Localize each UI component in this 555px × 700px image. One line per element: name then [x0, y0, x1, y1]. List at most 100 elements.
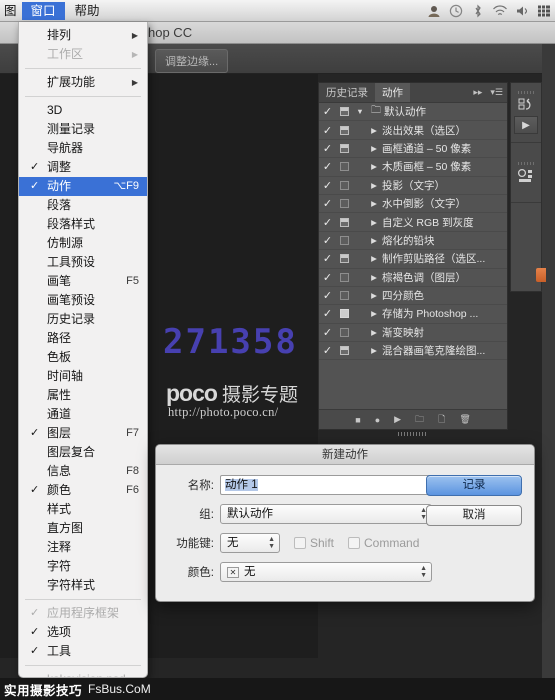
fkey-select[interactable]: 无 ▲▼	[220, 533, 280, 553]
menu-item-21[interactable]: 图层复合	[19, 443, 147, 462]
action-row[interactable]: ✓▶存储为 Photoshop ...	[319, 305, 507, 323]
menu-item-truncated[interactable]: 图	[0, 2, 21, 20]
menu-item-0[interactable]: 排列▶	[19, 26, 147, 45]
shift-checkbox[interactable]: Shift	[294, 536, 334, 550]
play-icon[interactable]: ▶	[394, 414, 401, 425]
dialog-toggle-icon[interactable]	[336, 199, 352, 208]
menu-item-24[interactable]: 样式	[19, 500, 147, 519]
record-icon[interactable]: ●	[375, 415, 380, 425]
disclosure-triangle-icon[interactable]: ▶	[366, 199, 382, 208]
input-source-icon[interactable]	[533, 1, 555, 21]
disclosure-triangle-icon[interactable]: ▶	[366, 126, 382, 135]
menu-item-28[interactable]: 字符样式	[19, 576, 147, 595]
volume-icon[interactable]	[511, 1, 533, 21]
panel-resize-grip[interactable]	[398, 432, 428, 436]
action-toggle-check-icon[interactable]: ✓	[319, 142, 336, 155]
dialog-toggle-icon[interactable]	[336, 328, 352, 337]
menu-item-15[interactable]: 路径	[19, 329, 147, 348]
menu-item-5[interactable]: 导航器	[19, 139, 147, 158]
disclosure-triangle-icon[interactable]: ▼	[352, 107, 368, 116]
action-toggle-check-icon[interactable]: ✓	[319, 124, 336, 137]
action-row[interactable]: ✓▶投影（文字）	[319, 177, 507, 195]
menu-item-23[interactable]: ✓颜色F6	[19, 481, 147, 500]
dock-cell-history-brush[interactable]: ▶	[511, 83, 541, 143]
menu-item-window[interactable]: 窗口	[22, 2, 65, 20]
action-row[interactable]: ✓▶木质画框 – 50 像素	[319, 158, 507, 176]
disclosure-triangle-icon[interactable]: ▶	[366, 236, 382, 245]
record-button[interactable]: 记录	[426, 475, 522, 496]
menu-item-25[interactable]: 直方图	[19, 519, 147, 538]
action-toggle-check-icon[interactable]: ✓	[319, 344, 336, 357]
bluetooth-icon[interactable]	[467, 1, 489, 21]
menu-item-8[interactable]: 段落	[19, 196, 147, 215]
disclosure-triangle-icon[interactable]: ▶	[366, 309, 382, 318]
action-toggle-check-icon[interactable]: ✓	[319, 160, 336, 173]
menu-item-16[interactable]: 色板	[19, 348, 147, 367]
menu-item-2[interactable]: 扩展功能▶	[19, 73, 147, 92]
action-toggle-check-icon[interactable]: ✓	[319, 234, 336, 247]
stop-icon[interactable]: ■	[355, 415, 360, 425]
menu-item-9[interactable]: 段落样式	[19, 215, 147, 234]
disclosure-triangle-icon[interactable]: ▶	[366, 328, 382, 337]
menu-item-30[interactable]: ✓选项	[19, 623, 147, 642]
action-row[interactable]: ✓▶画框通道 – 50 像素	[319, 140, 507, 158]
action-row[interactable]: ✓▶自定义 RGB 到灰度	[319, 213, 507, 231]
action-toggle-check-icon[interactable]: ✓	[319, 179, 336, 192]
action-toggle-check-icon[interactable]: ✓	[319, 307, 336, 320]
menu-item-6[interactable]: ✓调整	[19, 158, 147, 177]
menu-item-11[interactable]: 工具预设	[19, 253, 147, 272]
dialog-toggle-icon[interactable]	[336, 291, 352, 300]
action-toggle-check-icon[interactable]: ✓	[319, 271, 336, 284]
dialog-toggle-icon[interactable]	[336, 273, 352, 282]
name-input[interactable]: 动作 1	[220, 475, 432, 495]
dialog-toggle-icon[interactable]	[336, 181, 352, 190]
actions-list[interactable]: ✓▼🗀默认动作✓▶淡出效果（选区）✓▶画框通道 – 50 像素✓▶木质画框 – …	[319, 103, 507, 409]
action-row[interactable]: ✓▶四分颜色	[319, 287, 507, 305]
tab-history[interactable]: 历史记录	[319, 83, 375, 102]
cancel-button[interactable]: 取消	[426, 505, 522, 526]
disclosure-triangle-icon[interactable]: ▶	[366, 273, 382, 282]
play-action-icon[interactable]: ▶	[514, 116, 538, 134]
dialog-toggle-icon[interactable]	[336, 218, 352, 227]
menu-item-14[interactable]: 历史记录	[19, 310, 147, 329]
user-icon[interactable]	[423, 1, 445, 21]
action-row[interactable]: ✓▶棕褐色调（图层）	[319, 269, 507, 287]
menu-item-4[interactable]: 测量记录	[19, 120, 147, 139]
action-toggle-check-icon[interactable]: ✓	[319, 216, 336, 229]
dialog-toggle-icon[interactable]	[336, 126, 352, 135]
delete-icon[interactable]: 🗑	[459, 414, 470, 425]
dialog-toggle-icon[interactable]	[336, 162, 352, 171]
menu-item-help[interactable]: 帮助	[66, 2, 109, 20]
menu-item-18[interactable]: 属性	[19, 386, 147, 405]
refine-edge-button[interactable]: 调整边缘...	[155, 49, 228, 73]
set-select[interactable]: 默认动作 ▲▼	[220, 504, 432, 524]
menu-item-7[interactable]: ✓动作⌥F9	[19, 177, 147, 196]
action-toggle-check-icon[interactable]: ✓	[319, 289, 336, 302]
menu-item-12[interactable]: 画笔F5	[19, 272, 147, 291]
disclosure-triangle-icon[interactable]: ▶	[366, 218, 382, 227]
disclosure-triangle-icon[interactable]: ▶	[366, 144, 382, 153]
dialog-toggle-icon[interactable]	[336, 236, 352, 245]
disclosure-triangle-icon[interactable]: ▶	[366, 162, 382, 171]
dialog-toggle-icon[interactable]	[336, 254, 352, 263]
dialog-toggle-icon[interactable]	[336, 309, 352, 318]
panel-menu-icon[interactable]: ▾☰	[486, 83, 507, 102]
disclosure-triangle-icon[interactable]: ▶	[366, 346, 382, 355]
command-checkbox[interactable]: Command	[348, 536, 419, 550]
disclosure-triangle-icon[interactable]: ▶	[366, 181, 382, 190]
window-menu-dropdown[interactable]: 排列▶工作区▶扩展功能▶3D测量记录导航器✓调整✓动作⌥F9段落段落样式仿制源工…	[18, 22, 148, 678]
menu-item-26[interactable]: 注释	[19, 538, 147, 557]
tab-actions[interactable]: 动作	[375, 83, 410, 102]
menu-item-20[interactable]: ✓图层F7	[19, 424, 147, 443]
action-toggle-check-icon[interactable]: ✓	[319, 197, 336, 210]
menu-item-17[interactable]: 时间轴	[19, 367, 147, 386]
wifi-icon[interactable]	[489, 1, 511, 21]
new-set-icon[interactable]: 🗀	[415, 412, 424, 428]
disclosure-triangle-icon[interactable]: ▶	[366, 291, 382, 300]
dock-cell-3d[interactable]	[511, 143, 541, 203]
menu-item-22[interactable]: 信息F8	[19, 462, 147, 481]
action-row[interactable]: ✓▶渐变映射	[319, 324, 507, 342]
menu-item-27[interactable]: 字符	[19, 557, 147, 576]
disclosure-triangle-icon[interactable]: ▶	[366, 254, 382, 263]
menu-item-10[interactable]: 仿制源	[19, 234, 147, 253]
